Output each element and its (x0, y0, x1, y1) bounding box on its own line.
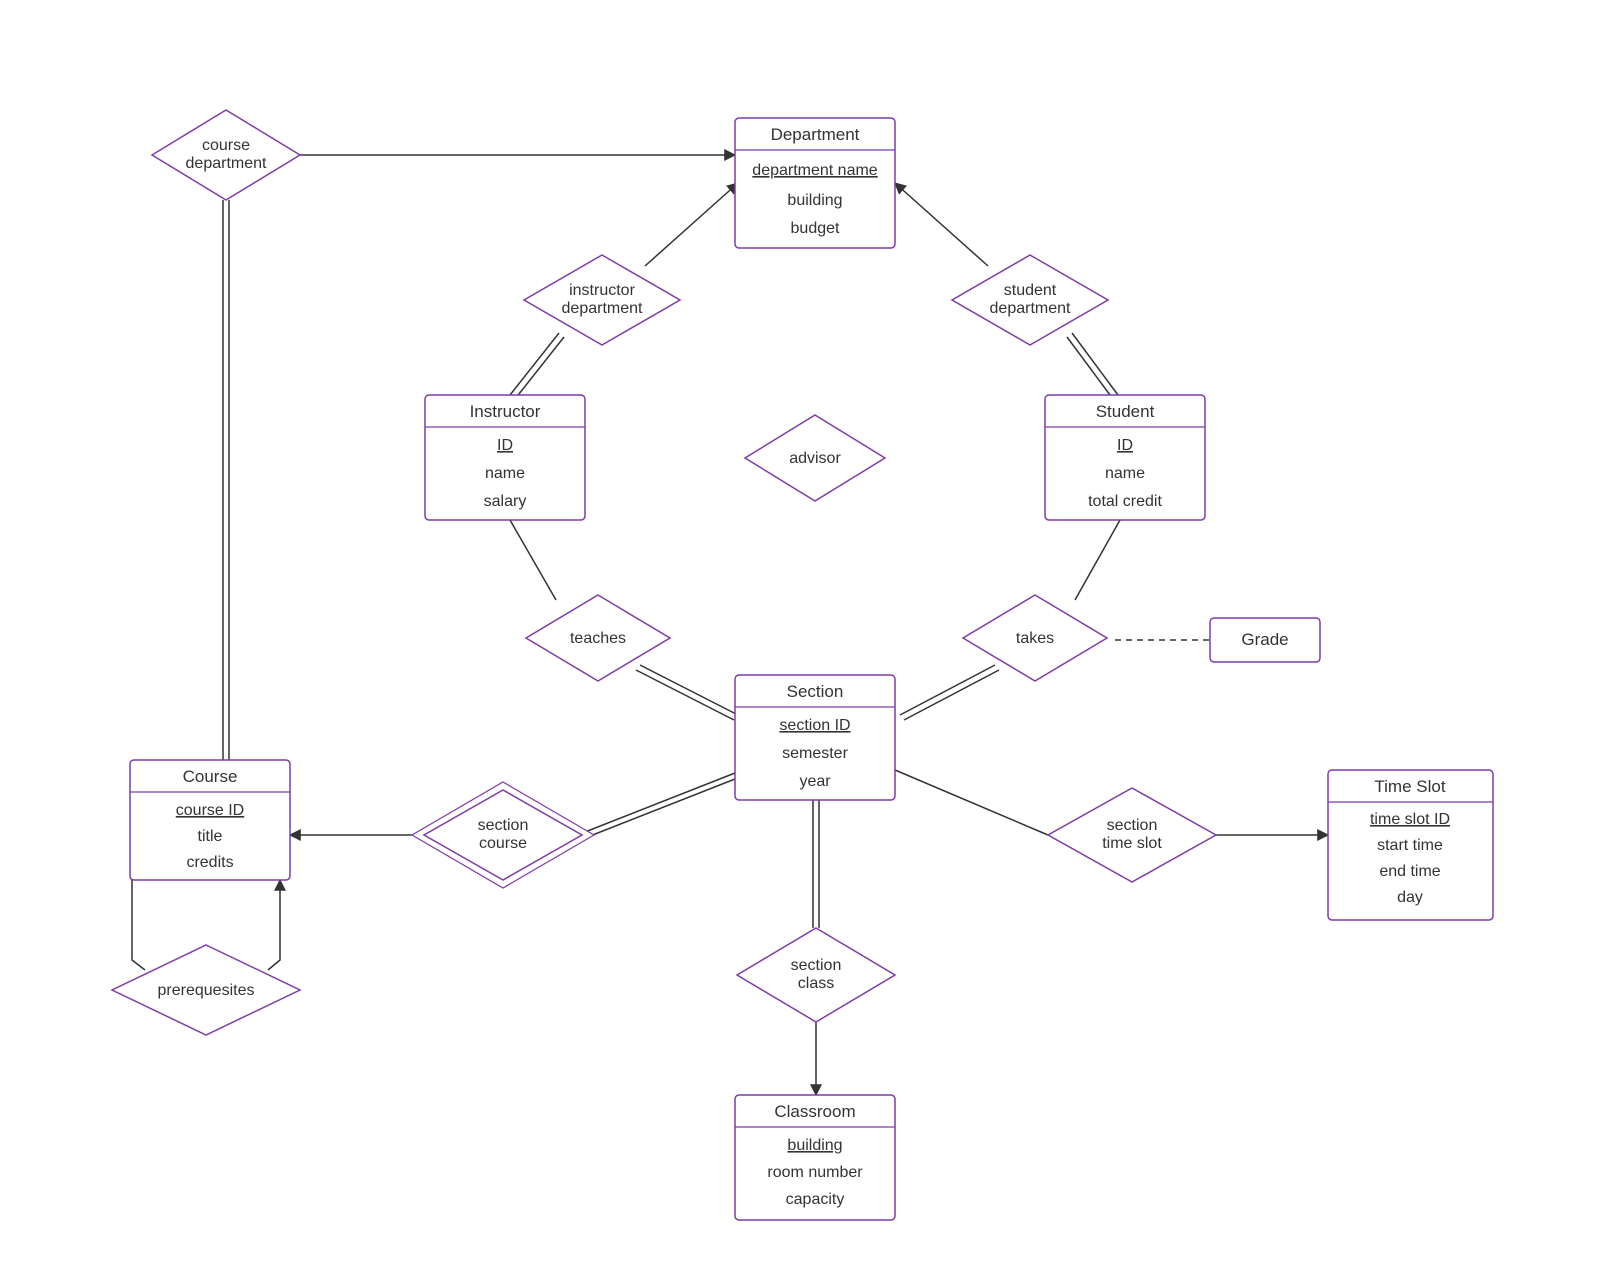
rel-section-class: section class (737, 928, 895, 1022)
rel-label: department (990, 300, 1071, 317)
entity-section: Section section ID semester year (735, 675, 895, 800)
attr: name (1105, 465, 1145, 482)
attr-key: course ID (176, 802, 244, 819)
entity-course: Course course ID title credits (130, 760, 290, 880)
rel-prerequisites: prerequesites (112, 945, 300, 1035)
rel-label: teaches (570, 630, 626, 647)
rel-label: section (791, 957, 842, 974)
attr: building (787, 192, 842, 209)
rel-label: department (562, 300, 643, 317)
rel-label: department (186, 155, 267, 172)
entity-title: Course (183, 767, 238, 786)
rel-label: section (478, 817, 529, 834)
rel-section-timeslot: section time slot (1048, 788, 1216, 882)
attr-key: ID (1117, 437, 1133, 454)
entity-instructor: Instructor ID name salary (425, 395, 585, 520)
rel-label: prerequesites (158, 982, 255, 999)
entity-grade: Grade (1210, 618, 1320, 662)
attr: budget (791, 220, 840, 237)
attr: day (1397, 889, 1423, 906)
attr: room number (767, 1164, 863, 1181)
entity-title: Section (787, 682, 844, 701)
entity-title: Classroom (774, 1102, 855, 1121)
attr-key: ID (497, 437, 513, 454)
attr-key: section ID (779, 717, 850, 734)
entity-title: Grade (1241, 630, 1288, 649)
attr-key: department name (752, 162, 878, 179)
rel-label: course (202, 137, 250, 154)
entity-student: Student ID name total credit (1045, 395, 1205, 520)
entity-title: Time Slot (1374, 777, 1445, 796)
entity-department: Department department name building budg… (735, 118, 895, 248)
attr: start time (1377, 837, 1443, 854)
rel-instructor-department: instructor department (524, 255, 680, 345)
rel-label: course (479, 835, 527, 852)
attr-key: building (787, 1137, 842, 1154)
rel-student-department: student department (952, 255, 1108, 345)
entity-title: Instructor (470, 402, 541, 421)
rel-section-course: section course (412, 782, 594, 888)
rel-label: time slot (1102, 835, 1162, 852)
attr: capacity (786, 1191, 845, 1208)
rel-label: section (1107, 817, 1158, 834)
attr: end time (1379, 863, 1440, 880)
rel-teaches: teaches (526, 595, 670, 681)
attr: year (799, 773, 831, 790)
rel-course-department: course department (152, 110, 300, 200)
attr: salary (484, 493, 527, 510)
rel-label: advisor (789, 450, 841, 467)
attr: total credit (1088, 493, 1162, 510)
attr-key: time slot ID (1370, 811, 1450, 828)
attr: semester (782, 745, 848, 762)
entity-timeslot: Time Slot time slot ID start time end ti… (1328, 770, 1493, 920)
rel-takes: takes (963, 595, 1107, 681)
rel-label: instructor (569, 282, 635, 299)
er-diagram: Department department name building budg… (0, 0, 1600, 1280)
entity-classroom: Classroom building room number capacity (735, 1095, 895, 1220)
rel-advisor: advisor (745, 415, 885, 501)
attr: credits (186, 854, 233, 871)
entity-title: Student (1096, 402, 1155, 421)
attr: title (198, 828, 223, 845)
attr: name (485, 465, 525, 482)
entity-title: Department (771, 125, 860, 144)
rel-label: takes (1016, 630, 1054, 647)
rel-label: student (1004, 282, 1057, 299)
rel-label: class (798, 975, 834, 992)
